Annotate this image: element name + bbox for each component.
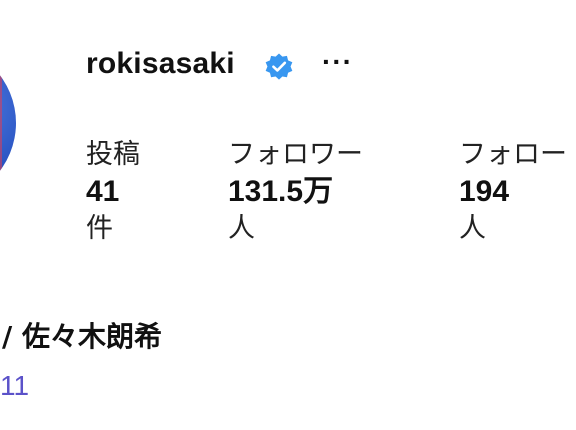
stat-followers-count: 131.5万 <box>228 175 334 208</box>
profile-display-name: / 佐々木朗希 <box>2 320 162 353</box>
bio-link[interactable]: 11 <box>0 368 29 404</box>
verified-badge-icon <box>265 53 293 80</box>
stat-followers-label: フォロワー <box>228 139 363 170</box>
stat-posts-count: 41 <box>86 175 120 208</box>
profile-page: rokisasaki ··· 投稿 41 件 フォロワー 131.5万 人 フォ… <box>0 0 576 430</box>
avatar[interactable] <box>0 44 16 202</box>
avatar-decoration <box>0 44 2 202</box>
stat-followers-unit: 人 <box>228 213 255 244</box>
stat-following[interactable]: フォロー 194 人 <box>459 138 567 246</box>
stat-following-label: フォロー <box>459 139 567 170</box>
more-options-icon[interactable]: ··· <box>322 44 353 80</box>
stat-posts-unit: 件 <box>86 213 113 244</box>
stat-following-count: 194 <box>459 175 510 208</box>
stat-following-unit: 人 <box>459 213 486 244</box>
stat-posts-label: 投稿 <box>86 139 140 170</box>
stat-followers[interactable]: フォロワー 131.5万 人 <box>228 138 363 246</box>
profile-username: rokisasaki <box>86 47 235 80</box>
stat-posts[interactable]: 投稿 41 件 <box>86 138 140 246</box>
